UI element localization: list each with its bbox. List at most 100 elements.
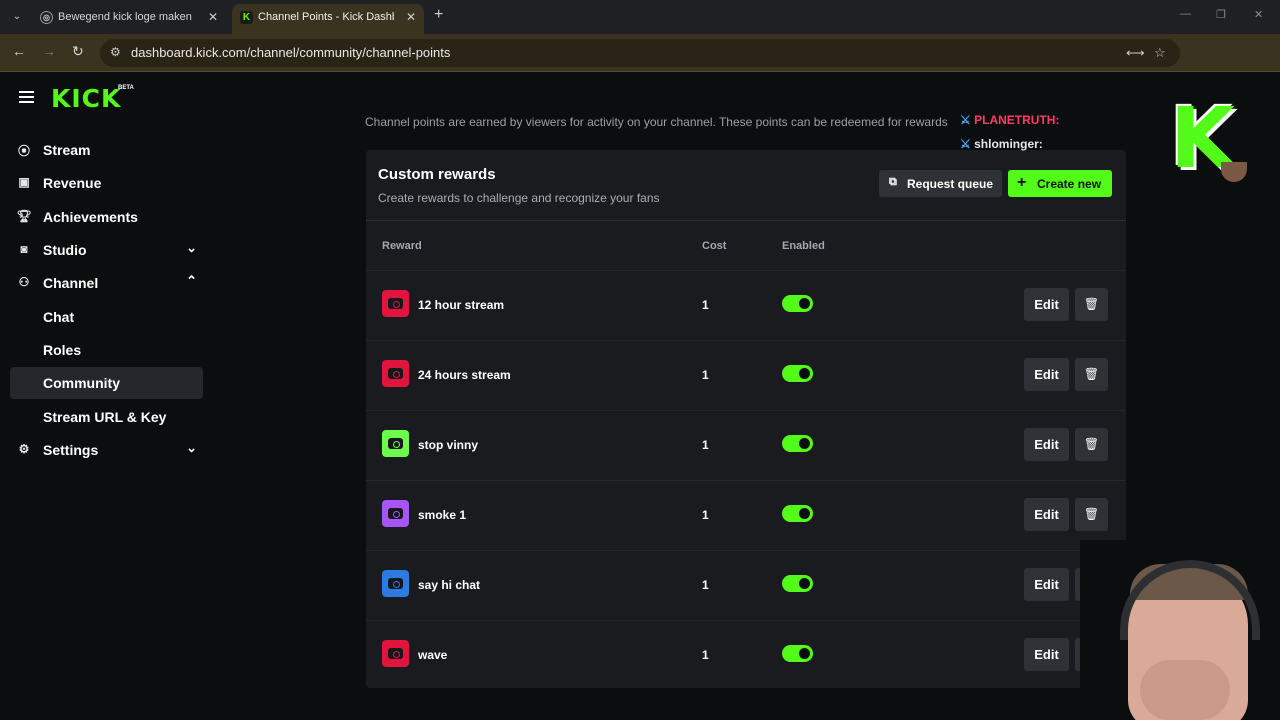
chat-user: shlominger: (974, 137, 1043, 151)
sidebar-item-label: Achievements (43, 209, 138, 225)
sidebar-item-label: Studio (43, 242, 87, 258)
column-header-cost: Cost (702, 240, 727, 252)
maximize-icon[interactable]: ❐ (1216, 8, 1226, 21)
card-subtitle: Create rewards to challenge and recogniz… (378, 191, 660, 205)
tab-search-icon[interactable]: ⌄ (8, 8, 26, 26)
tab-title: Bewegend kick loge maken (58, 11, 192, 23)
sword-icon: ⚔ (960, 137, 971, 151)
webcam-overlay (1080, 540, 1280, 720)
close-icon[interactable]: ✕ (406, 4, 416, 30)
edit-button[interactable]: Edit (1024, 568, 1069, 601)
beta-badge: BETA (118, 85, 134, 91)
sidebar-item-achievements[interactable]: 🏆︎ Achievements (10, 201, 203, 233)
bookmark-star-icon[interactable]: ☆ (1154, 45, 1166, 61)
reward-name: wave (418, 648, 448, 662)
enabled-toggle[interactable] (782, 295, 813, 312)
channel-icon: ⚇ (18, 275, 30, 289)
reward-chest-glyph (388, 508, 403, 519)
reward-chest-glyph (388, 438, 403, 449)
reward-name: say hi chat (418, 578, 481, 592)
edit-button[interactable]: Edit (1024, 358, 1069, 391)
sidebar-item-settings[interactable]: ⚙ Settings ⌄ (10, 434, 203, 466)
reward-name: smoke 1 (418, 508, 467, 522)
back-icon[interactable]: ← (12, 43, 26, 59)
kick-logo[interactable]: KICK (51, 84, 121, 113)
reward-chest-glyph (388, 578, 403, 589)
sidebar-item-channel[interactable]: ⚇ Channel ⌃ (10, 267, 203, 299)
reward-chest-icon (382, 500, 409, 527)
minimize-icon[interactable]: — (1180, 8, 1191, 20)
external-link-icon: ⧉ (889, 176, 897, 188)
translate-icon[interactable]: ⟷ (1126, 45, 1145, 61)
sidebar-item-stream-url-key[interactable]: Stream URL & Key (10, 401, 203, 433)
create-new-button[interactable]: + Create new (1008, 170, 1112, 197)
enabled-toggle[interactable] (782, 505, 813, 522)
globe-icon: ◎ (40, 11, 53, 24)
reward-chest-glyph (388, 648, 403, 659)
chevron-down-icon: ⌄ (186, 240, 197, 255)
reload-icon[interactable]: ↻ (72, 43, 84, 60)
reward-chest-icon (382, 290, 409, 317)
sidebar-item-label: Settings (43, 442, 99, 458)
sidebar-item-label: Stream URL & Key (43, 409, 167, 425)
sidebar-item-roles[interactable]: Roles (10, 334, 203, 366)
edit-button[interactable]: Edit (1024, 498, 1069, 531)
reward-name: 24 hours stream (418, 368, 511, 382)
sidebar-item-stream[interactable]: ⦿ Stream (10, 134, 203, 166)
table-row: smoke 1 1 Edit 🗑︎ (366, 480, 1126, 550)
gear-icon: ⚙ (18, 442, 30, 456)
chevron-down-icon: ⌄ (186, 440, 197, 455)
sidebar-item-label: Community (43, 375, 120, 391)
window-close-icon[interactable]: ✕ (1254, 8, 1263, 21)
reward-chest-glyph (388, 368, 403, 379)
trophy-icon: 🏆︎ (16, 209, 32, 223)
url-field[interactable]: ⚙ dashboard.kick.com/channel/community/c… (100, 39, 1180, 67)
table-row: 12 hour stream 1 Edit 🗑︎ (366, 270, 1126, 340)
broadcast-icon: ⦿ (17, 144, 30, 158)
close-icon[interactable]: ✕ (208, 4, 218, 30)
trash-icon[interactable]: 🗑︎ (1075, 288, 1108, 321)
chat-user: PLANETRUTH: (974, 113, 1060, 127)
column-header-enabled: Enabled (782, 240, 825, 252)
reward-cost: 1 (702, 508, 709, 522)
edit-button[interactable]: Edit (1024, 288, 1069, 321)
url-text: dashboard.kick.com/channel/community/cha… (131, 45, 451, 60)
browser-address-bar: ← → ↻ ⚙ dashboard.kick.com/channel/commu… (0, 34, 1280, 72)
reward-chest-glyph (388, 298, 403, 309)
reward-chest-icon (382, 360, 409, 387)
edit-button[interactable]: Edit (1024, 428, 1069, 461)
browser-tab[interactable]: ◎ Bewegend kick loge maken ✕ (32, 4, 226, 34)
enabled-toggle[interactable] (782, 575, 813, 592)
reward-chest-icon (382, 640, 409, 667)
new-tab-icon[interactable]: + (434, 6, 443, 24)
forward-icon[interactable]: → (42, 43, 56, 59)
trash-icon[interactable]: 🗑︎ (1075, 428, 1108, 461)
browser-tab-active[interactable]: K Channel Points - Kick Dashboard ✕ (232, 4, 424, 34)
sidebar-item-studio[interactable]: ◙ Studio ⌄ (10, 234, 203, 266)
reward-cost: 1 (702, 298, 709, 312)
menu-icon[interactable] (19, 91, 34, 103)
column-header-reward: Reward (382, 240, 422, 252)
request-queue-button[interactable]: ⧉ Request queue (879, 170, 1002, 197)
sidebar-item-label: Chat (43, 309, 75, 325)
sidebar-item-community[interactable]: Community (10, 367, 203, 399)
edit-button[interactable]: Edit (1024, 638, 1069, 671)
enabled-toggle[interactable] (782, 365, 813, 382)
sidebar-item-chat[interactable]: Chat (10, 301, 203, 333)
plus-icon: + (1017, 174, 1027, 191)
enabled-toggle[interactable] (782, 435, 813, 452)
sidebar-item-revenue[interactable]: ▣ Revenue (10, 167, 203, 199)
enabled-toggle[interactable] (782, 645, 813, 662)
sidebar: ⦿ Stream ▣ Revenue 🏆︎ Achievements ◙ Stu… (0, 122, 215, 720)
divider (366, 220, 1126, 221)
tab-title: Channel Points - Kick Dashboard (258, 11, 394, 23)
table-row: stop vinny 1 Edit 🗑︎ (366, 410, 1126, 480)
trash-icon[interactable]: 🗑︎ (1075, 498, 1108, 531)
kick-favicon-icon: K (240, 11, 253, 24)
overlay-chat-line: ⚔ PLANETRUTH: (960, 113, 1059, 127)
custom-rewards-card: Custom rewards Create rewards to challen… (366, 150, 1126, 688)
trash-icon[interactable]: 🗑︎ (1075, 358, 1108, 391)
site-info-icon[interactable]: ⚙ (110, 45, 121, 59)
sidebar-item-label: Stream (43, 142, 91, 158)
channel-points-intro: Channel points are earned by viewers for… (365, 115, 948, 129)
